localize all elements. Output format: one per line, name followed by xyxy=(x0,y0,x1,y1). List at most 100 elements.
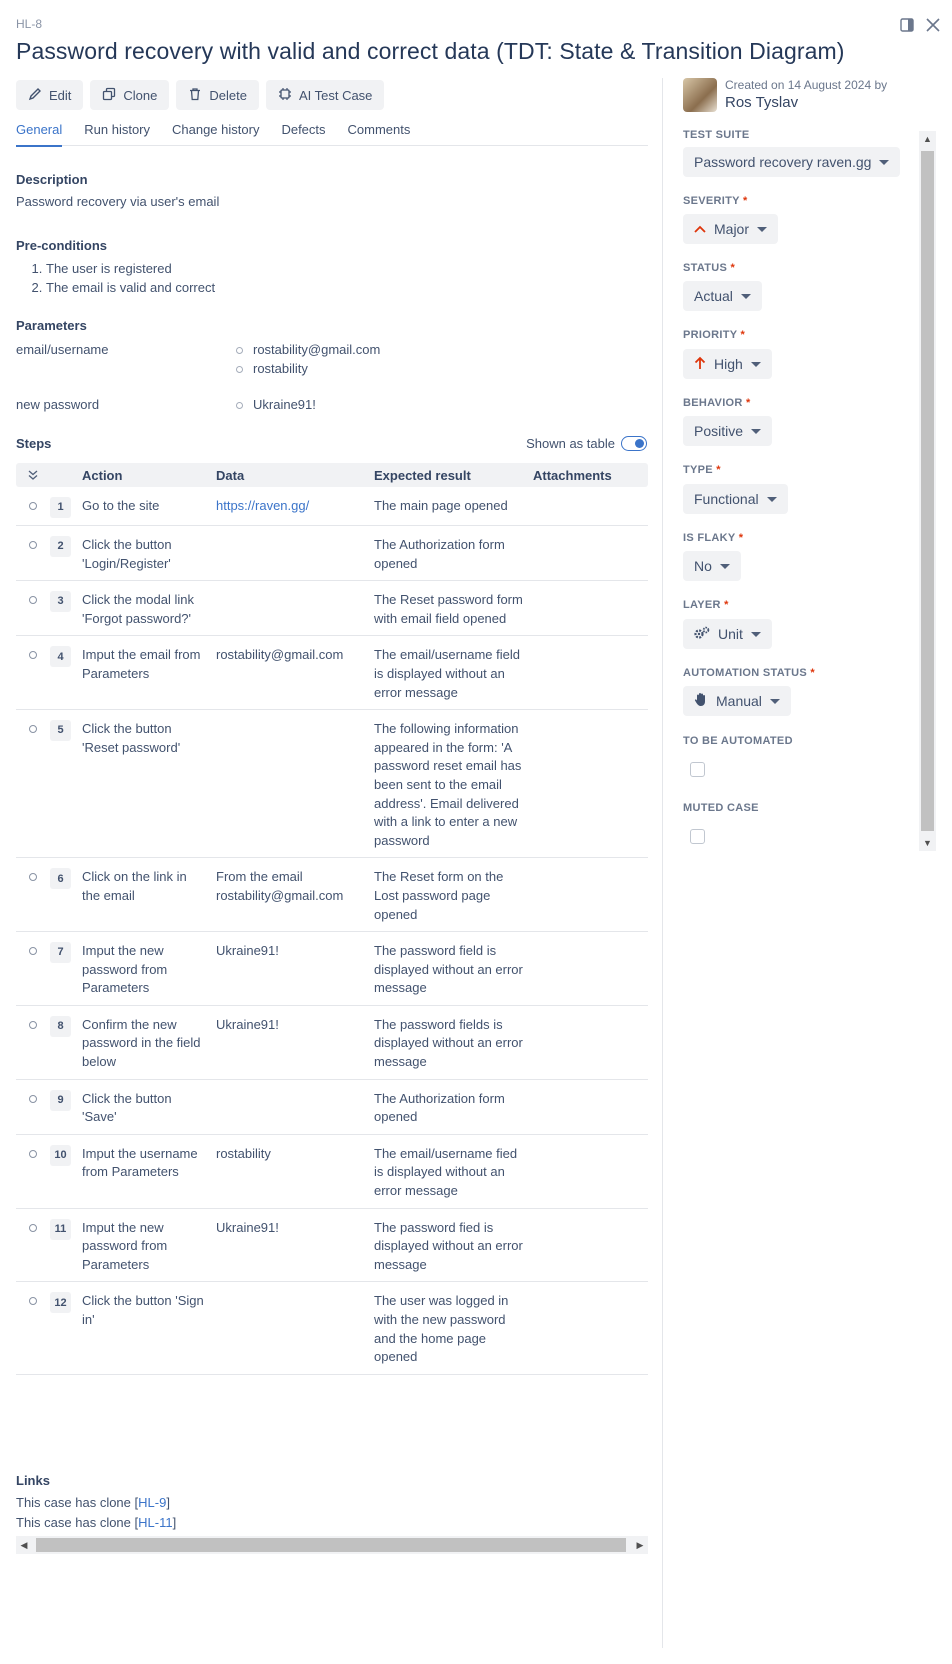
to-be-automated-checkbox[interactable] xyxy=(690,762,705,777)
details-sidebar: Created on 14 August 2024 by Ros Tyslav xyxy=(683,78,903,112)
table-row[interactable]: 7 Imput the new password from Parameters U… xyxy=(16,932,648,1006)
scroll-up-icon[interactable]: ▲ xyxy=(919,131,936,147)
table-row[interactable]: 11 Imput the new password from Parameters… xyxy=(16,1209,648,1283)
muted-case-checkbox[interactable] xyxy=(690,829,705,844)
caret-down-icon xyxy=(740,293,751,299)
radio-icon[interactable] xyxy=(29,725,37,734)
radio-icon[interactable] xyxy=(29,1149,37,1158)
shown-as-table-toggle[interactable]: Shown as table xyxy=(526,436,647,451)
table-row[interactable]: 8 Confirm the new password in the field b… xyxy=(16,1006,648,1080)
caret-down-icon xyxy=(751,428,762,434)
radio-icon[interactable] xyxy=(29,1223,37,1232)
radio-icon[interactable] xyxy=(29,873,37,882)
link-line: This case has clone [HL-11] xyxy=(16,1515,177,1530)
step-expected: The following information appeared in th… xyxy=(374,721,522,848)
step-data-link[interactable]: https://raven.gg/ xyxy=(216,498,309,513)
linked-case-link[interactable]: HL-11 xyxy=(138,1515,172,1530)
split-view-icon[interactable] xyxy=(898,16,916,34)
radio-icon[interactable] xyxy=(29,541,37,549)
step-data-text: Ukraine91! xyxy=(216,943,279,959)
severity-select[interactable]: Major xyxy=(683,214,779,244)
scrollbar-thumb[interactable] xyxy=(921,151,934,831)
tab-change-history[interactable]: Change history xyxy=(172,122,259,146)
tab-run-history[interactable]: Run history xyxy=(84,122,150,146)
step-expected: The email/username field is displayed wi… xyxy=(374,647,520,700)
row-select[interactable] xyxy=(16,1016,50,1072)
radio-icon[interactable] xyxy=(29,947,37,956)
table-row[interactable]: 1 Go to the site https://raven.gg/The main… xyxy=(16,487,648,526)
row-select[interactable] xyxy=(16,497,50,518)
row-select[interactable] xyxy=(16,1292,50,1366)
row-select[interactable] xyxy=(16,942,50,998)
row-select[interactable] xyxy=(16,646,50,702)
table-row[interactable]: 5 Click the button 'Reset password' The fo… xyxy=(16,710,648,859)
row-select[interactable] xyxy=(16,1219,50,1275)
row-select[interactable] xyxy=(16,591,50,628)
row-select[interactable] xyxy=(16,1090,50,1127)
radio-icon[interactable] xyxy=(29,1020,37,1029)
ai-test-case-button[interactable]: AI Test Case xyxy=(265,80,385,110)
step-data: From the email rostability@gmail.com xyxy=(216,868,374,924)
table-row[interactable]: 2 Click the button 'Login/Register' The Au… xyxy=(16,526,648,582)
priority-select[interactable]: High xyxy=(683,349,772,379)
step-expected: The Authorization form opened xyxy=(374,537,505,571)
step-expected: The password field is displayed without … xyxy=(374,943,523,996)
scroll-right-icon[interactable]: ▶ xyxy=(632,1536,648,1554)
step-attachments xyxy=(533,868,648,924)
tab-comments[interactable]: Comments xyxy=(348,122,411,146)
status-select[interactable]: Actual xyxy=(683,281,762,311)
panel-divider xyxy=(662,78,663,1648)
step-data: Ukraine91! xyxy=(216,942,374,998)
table-row[interactable]: 9 Click the button 'Save' The Authorizatio… xyxy=(16,1080,648,1135)
linked-case-link[interactable]: HL-9 xyxy=(138,1495,166,1510)
action-toolbar: Edit Clone Delete AI Test Case xyxy=(16,80,385,110)
delete-button[interactable]: Delete xyxy=(176,80,259,110)
list-item: The user is registered xyxy=(46,259,215,278)
edit-label: Edit xyxy=(49,87,72,103)
radio-icon[interactable] xyxy=(29,596,37,605)
radio-icon[interactable] xyxy=(29,651,37,660)
close-icon[interactable] xyxy=(924,16,942,34)
radio-icon[interactable] xyxy=(29,1094,37,1103)
test-suite-select[interactable]: Password recovery raven.gg xyxy=(683,147,901,177)
tab-general[interactable]: General xyxy=(16,122,63,147)
scrollbar-thumb[interactable] xyxy=(36,1538,626,1552)
step-attachments xyxy=(533,591,648,628)
radio-icon[interactable] xyxy=(29,1297,37,1306)
toggle-switch[interactable] xyxy=(621,436,647,451)
row-select[interactable] xyxy=(16,720,50,850)
table-row[interactable]: 3 Click the modal link 'Forgot password?'… xyxy=(16,581,648,637)
priority-label: PRIORITY * xyxy=(683,329,746,341)
is-flaky-select[interactable]: No xyxy=(683,551,741,581)
vertical-scrollbar[interactable]: ▲ ▼ xyxy=(919,131,936,851)
automation-status-select[interactable]: Manual xyxy=(683,686,791,716)
row-select[interactable] xyxy=(16,868,50,924)
type-select[interactable]: Functional xyxy=(683,484,788,514)
layer-select[interactable]: Unit xyxy=(683,619,772,649)
author-name[interactable]: Ros Tyslav xyxy=(725,94,887,111)
radio-icon[interactable] xyxy=(29,502,37,510)
collapse-all-icon[interactable] xyxy=(16,470,50,480)
step-data-text: Ukraine91! xyxy=(216,1016,279,1032)
table-row[interactable]: 10 Imput the username from Parameters rost… xyxy=(16,1135,648,1209)
step-expected: The password fied is displayed without a… xyxy=(374,1219,523,1272)
table-row[interactable]: 12 Click the button 'Sign in' The user was… xyxy=(16,1282,648,1375)
step-number: 12 xyxy=(50,1292,71,1314)
scroll-left-icon[interactable]: ◀ xyxy=(16,1536,32,1554)
table-row[interactable]: 6 Click on the link in the email From the … xyxy=(16,858,648,933)
row-select[interactable] xyxy=(16,536,50,573)
table-row[interactable]: 4 Imput the email from Parameters rostabil… xyxy=(16,636,648,711)
edit-button[interactable]: Edit xyxy=(16,80,84,110)
step-expected: The Authorization form opened xyxy=(374,1090,505,1125)
behavior-select[interactable]: Positive xyxy=(683,416,773,446)
step-data: rostability xyxy=(216,1145,374,1201)
tab-defects[interactable]: Defects xyxy=(281,122,325,146)
chip-icon xyxy=(278,87,292,104)
scroll-down-icon[interactable]: ▼ xyxy=(919,835,936,851)
clone-button[interactable]: Clone xyxy=(90,80,170,110)
step-action: Click the button 'Sign in' xyxy=(82,1293,204,1327)
row-select[interactable] xyxy=(16,1145,50,1201)
horizontal-scrollbar[interactable]: ◀ ▶ xyxy=(16,1536,648,1554)
header-expected: Expected result xyxy=(374,467,471,483)
param-values: Ukraine91! xyxy=(236,395,316,414)
